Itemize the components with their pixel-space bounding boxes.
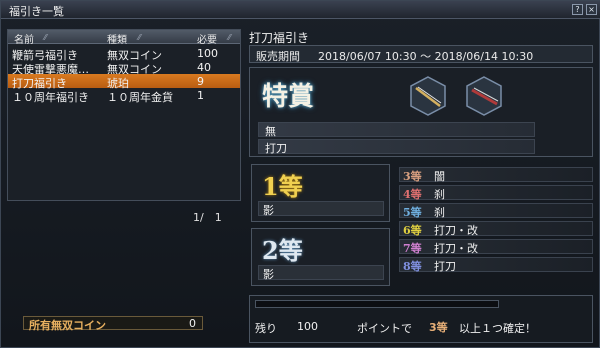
second-prize-item: 影 (258, 265, 384, 281)
sales-period: 販売期間 2018/06/07 10:30 〜 2018/06/14 10:30 (249, 45, 593, 63)
list-header: 名前 ⁄⁄ 種類 ⁄⁄ 必要 ⁄⁄ (8, 30, 240, 46)
first-prize-item-label: 影 (263, 204, 274, 217)
prize-rank: 3等 (403, 168, 422, 184)
window-title: 福引き一覧 (9, 5, 64, 18)
prize-item: 打刀・改 (434, 224, 478, 237)
prize-rank-number: 7 (403, 242, 411, 255)
katana-sheathed-icon[interactable] (464, 76, 504, 116)
header-type[interactable]: 種類 (107, 31, 127, 46)
progress-bar (255, 300, 499, 308)
guarantee-rank: 3等 (429, 321, 448, 334)
list-item[interactable]: １０周年福引き １０周年金貨 1 (8, 88, 240, 104)
prize-item: 打刀・改 (434, 242, 478, 255)
prize-rank-suffix: 等 (410, 206, 422, 219)
prize-rank-number: 3 (403, 170, 411, 183)
prize-row: 7等 打刀・改 (399, 239, 593, 256)
prize-list: 3等闇 4等刹 5等刹 6等 打刀・改 7等 打刀・改 8等 打刀 (399, 167, 593, 275)
prize-row: 3等闇 (399, 167, 593, 184)
prize-rank-number: 8 (403, 260, 411, 273)
first-prize-title: 1等 (262, 172, 303, 201)
prize-row: 8等 打刀 (399, 257, 593, 274)
sort-icon[interactable]: ⁄⁄ (44, 33, 54, 42)
list-item-need: 100 (197, 47, 218, 60)
prize-rank-number: 5 (403, 206, 411, 219)
lottery-list: 名前 ⁄⁄ 種類 ⁄⁄ 必要 ⁄⁄ 鞭箭弓福引き 無双コイン 100 天使雷撃悪魔… 無… (7, 29, 241, 201)
sales-period-value: 2018/06/07 10:30 〜 2018/06/14 10:30 (318, 50, 534, 63)
list-item-need: 40 (197, 61, 211, 74)
lottery-window: 福引き一覧 ? × 名前 ⁄⁄ 種類 ⁄⁄ 必要 ⁄⁄ 鞭箭弓福引き 無双コイン 1… (0, 0, 600, 348)
prize-rank: 5等 (403, 204, 422, 220)
prize-rank-number: 4 (403, 188, 411, 201)
prize-rank-suffix: 等 (410, 188, 422, 201)
prize-row: 6等 打刀・改 (399, 221, 593, 238)
close-button[interactable]: × (586, 4, 597, 15)
owned-currency-label: 所有無双コイン (29, 319, 106, 332)
prize-rank: 6等 (403, 222, 422, 238)
header-need[interactable]: 必要 (197, 31, 217, 46)
guarantee-suffix: 以上１つ確定！ (459, 322, 536, 335)
katana-icon[interactable] (408, 76, 448, 116)
prize-rank-suffix: 等 (410, 170, 422, 183)
detail-title: 打刀福引き (249, 31, 310, 45)
first-prize-item: 影 (258, 201, 384, 217)
remaining-value: 100 (297, 320, 318, 333)
prize-rank-suffix: 等 (410, 242, 422, 255)
prize-item: 打刀 (434, 260, 456, 273)
sort-icon[interactable]: ⁄⁄ (138, 33, 148, 42)
grand-prize-item-label: 無 (265, 125, 276, 138)
list-item-type: １０周年金貨 (107, 91, 173, 104)
list-item[interactable]: 打刀福引き 琥珀 9 (8, 74, 240, 90)
help-button[interactable]: ? (572, 4, 583, 15)
prize-rank: 8等 (403, 258, 422, 274)
sales-period-label: 販売期間 (256, 50, 300, 63)
prize-row: 5等刹 (399, 203, 593, 220)
second-prize-title: 2等 (262, 236, 303, 265)
list-item-name: １０周年福引き (12, 91, 89, 104)
list-body: 鞭箭弓福引き 無双コイン 100 天使雷撃悪魔… 無双コイン 40 打刀福引き 琥珀 9 １０周年… (8, 46, 240, 104)
second-prize-panel: 2等 影 (251, 228, 390, 286)
page-indicator: 1/ 1 (193, 211, 222, 224)
grand-prize-item: 無 (258, 122, 535, 138)
list-item[interactable]: 天使雷撃悪魔… 無双コイン 40 (8, 60, 240, 76)
prize-item: 闇 (434, 170, 445, 183)
owned-currency-value: 0 (189, 317, 196, 330)
prize-item: 刹 (434, 188, 445, 201)
grand-prize-item-label: 打刀 (265, 142, 287, 155)
prize-row: 4等刹 (399, 185, 593, 202)
grand-prize-item: 打刀 (258, 139, 535, 155)
prize-rank: 7等 (403, 240, 422, 256)
grand-prize-panel: 特賞 無 打刀 (249, 67, 593, 157)
header-name[interactable]: 名前 (14, 31, 34, 46)
guarantee-prefix: ポイントで (357, 322, 412, 335)
title-bar[interactable]: 福引き一覧 ? × (1, 1, 600, 19)
owned-currency: 所有無双コイン 0 (23, 316, 203, 332)
sort-icon[interactable]: ⁄⁄ (228, 33, 238, 42)
list-item-need: 1 (197, 89, 204, 102)
prize-rank-number: 6 (403, 224, 411, 237)
prize-rank-suffix: 等 (410, 260, 422, 273)
first-prize-panel: 1等 影 (251, 164, 390, 222)
prize-rank: 4等 (403, 186, 422, 202)
grand-prize-title: 特賞 (262, 82, 315, 112)
prize-rank-suffix: 等 (410, 224, 422, 237)
prize-item: 刹 (434, 206, 445, 219)
list-item[interactable]: 鞭箭弓福引き 無双コイン 100 (8, 46, 240, 62)
second-prize-item-label: 影 (263, 268, 274, 281)
list-item-need: 9 (197, 75, 204, 88)
remaining-label: 残り (255, 322, 277, 335)
